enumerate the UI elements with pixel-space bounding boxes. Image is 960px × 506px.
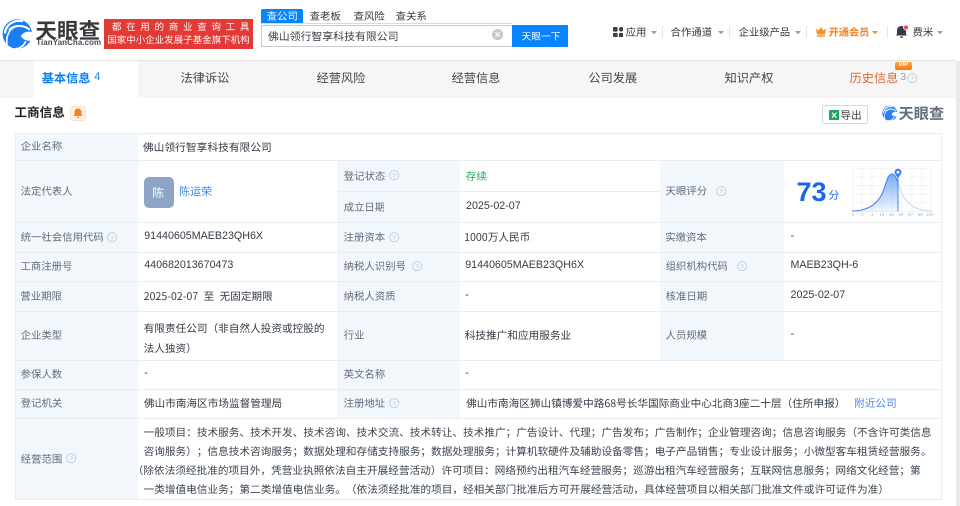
svg-text:?: ? <box>393 401 397 408</box>
svg-text:?: ? <box>911 76 915 83</box>
svg-text:?: ? <box>393 234 397 241</box>
svg-text:?: ? <box>393 173 397 180</box>
svg-text:?: ? <box>740 264 744 271</box>
svg-text:?: ? <box>70 456 74 463</box>
svg-text:?: ? <box>416 264 420 271</box>
svg-text:?: ? <box>110 234 114 241</box>
svg-text:?: ? <box>719 188 723 195</box>
